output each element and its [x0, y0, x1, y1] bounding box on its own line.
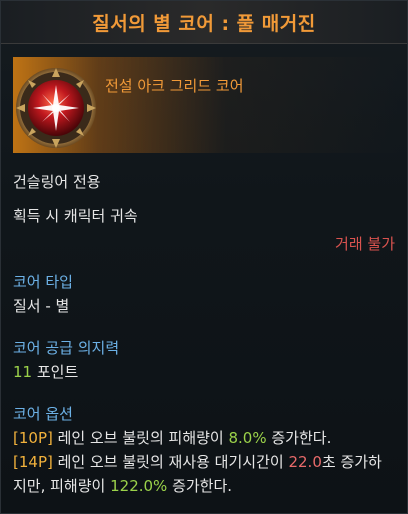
order-star-core-icon — [16, 68, 96, 148]
trade-status: 거래 불가 — [335, 235, 395, 253]
item-tooltip: 질서의 별 코어 : 풀 매거진 전설 아크 그리드 코어 건슬링어 전용 획득… — [0, 0, 408, 514]
option-text: 증가한다. — [266, 429, 332, 447]
core-options-label: 코어 옵션 — [13, 405, 73, 423]
option-text: 증가한다. — [167, 477, 233, 495]
supply-points: 11 — [13, 363, 33, 381]
option-value: 22.0 — [288, 453, 322, 471]
item-title: 질서의 별 코어 : 풀 매거진 — [92, 12, 316, 35]
core-option-1: [10P] 레인 오브 불릿의 피해량이 8.0% 증가한다. — [13, 426, 393, 450]
option-text: 레인 오브 불릿의 재사용 대기시간이 — [52, 453, 289, 471]
option-value: 122.0% — [110, 477, 168, 495]
core-type-label: 코어 타입 — [13, 273, 73, 291]
supply-unit: 포인트 — [32, 363, 79, 381]
core-type-value: 질서 - 별 — [13, 297, 70, 315]
core-supply-label: 코어 공급 의지력 — [13, 339, 120, 357]
class-restriction: 건슬링어 전용 — [13, 173, 101, 191]
option-tag: [14P] — [13, 453, 53, 471]
core-supply-value: 11 포인트 — [13, 361, 78, 382]
core-option-2: [14P] 레인 오브 불릿의 재사용 대기시간이 22.0초 증가하지만, 피… — [13, 450, 393, 498]
item-grade: 전설 아크 그리드 코어 — [105, 77, 244, 95]
option-value: 8.0% — [228, 429, 267, 447]
bind-info: 획득 시 캐릭터 귀속 — [13, 207, 138, 225]
title-bar: 질서의 별 코어 : 풀 매거진 — [1, 1, 407, 44]
option-tag: [10P] — [13, 429, 53, 447]
option-text: 레인 오브 불릿의 피해량이 — [52, 429, 229, 447]
